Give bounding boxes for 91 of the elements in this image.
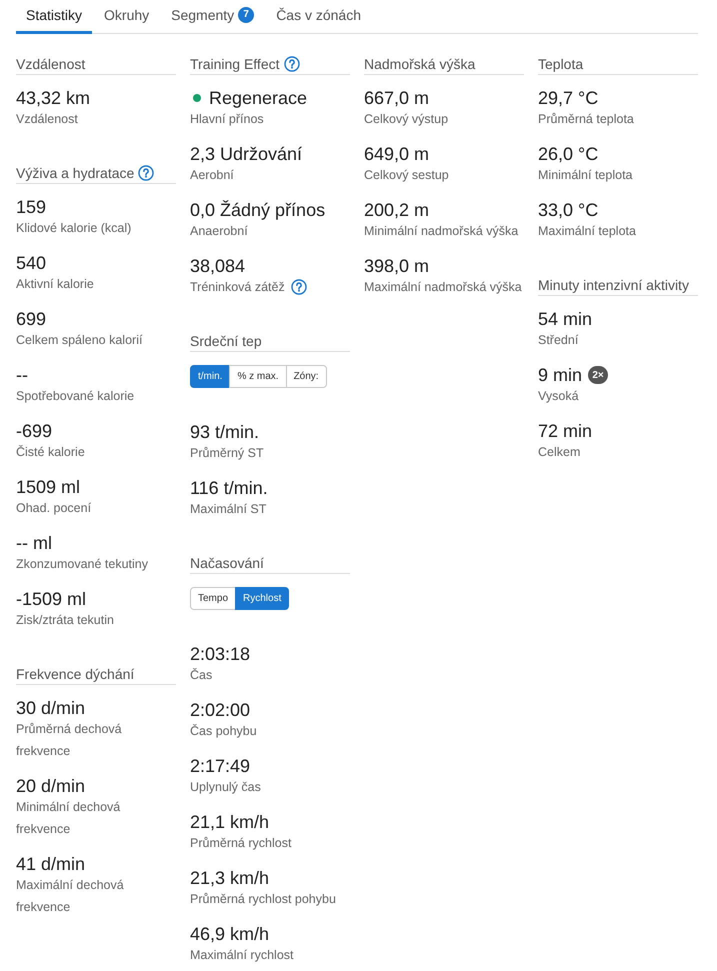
stat-value: 29,7 °C bbox=[538, 88, 598, 108]
stat-label: Průměrná rychlost pohybu bbox=[190, 892, 336, 906]
section-heading: Nadmořská výška bbox=[364, 55, 476, 74]
stat-label: Celkem bbox=[538, 445, 580, 459]
stat-value: 20 d/min bbox=[16, 776, 86, 796]
multiplier-badge: 2× bbox=[588, 366, 608, 384]
stat-label: Minimální teplota bbox=[538, 168, 632, 182]
toggle-option[interactable]: % z max. bbox=[229, 365, 287, 388]
stat-value: 93 t/min. bbox=[190, 422, 260, 442]
stat-value: 41 d/min bbox=[16, 854, 86, 874]
stat-value: -1509 ml bbox=[16, 589, 86, 609]
stat-label: Aerobní bbox=[190, 168, 234, 182]
stat-value: Regenerace bbox=[209, 88, 308, 108]
stat-label: Vzdálenost bbox=[16, 112, 78, 126]
stat-label: Maximální ST bbox=[190, 502, 266, 516]
stat-value: 46,9 km/h bbox=[190, 924, 270, 944]
stat-value: 2:17:49 bbox=[190, 756, 250, 776]
stat-value: 540 bbox=[16, 253, 46, 273]
stat-value: 200,2 m bbox=[364, 200, 430, 220]
stat-label: Aktivní kalorie bbox=[16, 277, 94, 291]
toggle-option[interactable]: Tempo bbox=[190, 587, 236, 610]
stat-value: 9 min bbox=[538, 365, 582, 385]
section-heading: Training Effect bbox=[190, 55, 280, 74]
help-icon[interactable] bbox=[284, 56, 300, 72]
stat-value: 1509 ml bbox=[16, 477, 80, 497]
stat-label: Spotřebované kalorie bbox=[16, 389, 134, 403]
stat-label: Maximální dechová frekvence bbox=[16, 878, 124, 914]
stat-value: 0,0 Žádný přínos bbox=[190, 200, 326, 220]
stat-value: 649,0 m bbox=[364, 144, 430, 164]
stat-label: Celkem spáleno kalorií bbox=[16, 333, 142, 347]
tab[interactable]: Statistiky bbox=[16, 0, 92, 34]
stat-label: Střední bbox=[538, 333, 578, 347]
stat-label: Maximální teplota bbox=[538, 224, 636, 238]
section-heading: Vzdálenost bbox=[16, 55, 86, 74]
stat-value: 33,0 °C bbox=[538, 200, 598, 220]
section-heading: Minuty intenzivní aktivity bbox=[538, 276, 689, 295]
count-badge: 7 bbox=[238, 7, 254, 23]
stat-label: Hlavní přínos bbox=[190, 112, 264, 126]
stat-label: Ohad. pocení bbox=[16, 501, 92, 515]
section-heading: Srdeční tep bbox=[190, 332, 262, 351]
stat-value: 21,1 km/h bbox=[190, 812, 270, 832]
help-icon[interactable] bbox=[291, 279, 308, 295]
section-heading: Frekvence dýchání bbox=[16, 665, 134, 684]
stat-value: 667,0 m bbox=[364, 88, 430, 108]
stat-label: Celkový výstup bbox=[364, 112, 448, 126]
stat-label: Průměrný ST bbox=[190, 446, 264, 460]
stat-label: Minimální nadmořská výška bbox=[364, 224, 518, 238]
stat-value: 72 min bbox=[538, 421, 592, 441]
stat-label: Zkonzumované tekutiny bbox=[16, 557, 148, 571]
stat-value: 54 min bbox=[538, 309, 592, 329]
stat-label: Anaerobní bbox=[190, 224, 248, 238]
stat-value: 26,0 °C bbox=[538, 144, 598, 164]
stat-label: Průměrná rychlost bbox=[190, 836, 292, 850]
stat-value: 699 bbox=[16, 309, 46, 329]
stat-value: 159 bbox=[16, 197, 46, 217]
stat-label: Zisk/ztráta tekutin bbox=[16, 613, 114, 627]
stat-value: 398,0 m bbox=[364, 256, 430, 276]
stat-value: 38,084 bbox=[190, 256, 246, 276]
stat-label: Čas pohybu bbox=[190, 724, 257, 738]
stat-label: Celkový sestup bbox=[364, 168, 449, 182]
stat-value: 2:03:18 bbox=[190, 644, 250, 664]
stat-label: Vysoká bbox=[538, 389, 579, 403]
stat-value: 43,32 km bbox=[16, 88, 90, 108]
toggle-option[interactable]: Zóny: bbox=[286, 365, 327, 388]
stat-value: -- ml bbox=[16, 533, 52, 553]
stat-label: Minimální dechová frekvence bbox=[16, 800, 120, 836]
stat-label: Čisté kalorie bbox=[16, 445, 85, 459]
toggle-option[interactable]: t/min. bbox=[190, 365, 230, 388]
tab[interactable]: Segmenty 7 bbox=[161, 0, 264, 34]
section-heading: Načasování bbox=[190, 554, 264, 573]
stat-value: 2,3 Udržování bbox=[190, 144, 302, 164]
stat-label: Maximální nadmořská výška bbox=[364, 280, 522, 294]
stat-value: 2:02:00 bbox=[190, 700, 250, 720]
stat-label: Průměrná dechová frekvence bbox=[16, 722, 122, 758]
stat-value: -699 bbox=[16, 421, 52, 441]
stat-label: Čas bbox=[190, 668, 212, 682]
stat-value: 116 t/min. bbox=[190, 478, 268, 498]
tab[interactable]: Čas v zónách bbox=[266, 0, 372, 34]
help-icon[interactable] bbox=[138, 165, 154, 181]
tab[interactable]: Okruhy bbox=[94, 0, 160, 34]
stat-value: 30 d/min bbox=[16, 698, 86, 718]
toggle-option[interactable]: Rychlost bbox=[235, 587, 290, 610]
stat-label: Uplynulý čas bbox=[190, 780, 261, 794]
stat-label: Klidové kalorie (kcal) bbox=[16, 221, 132, 235]
section-heading: Výživa a hydratace bbox=[16, 164, 134, 183]
stat-label: Maximální rychlost bbox=[190, 948, 294, 962]
stat-label: Průměrná teplota bbox=[538, 112, 634, 126]
section-heading: Teplota bbox=[538, 55, 584, 74]
stat-value: 21,3 km/h bbox=[190, 868, 270, 888]
stat-label: Tréninková zátěž bbox=[190, 280, 285, 294]
stat-value: -- bbox=[16, 365, 28, 385]
